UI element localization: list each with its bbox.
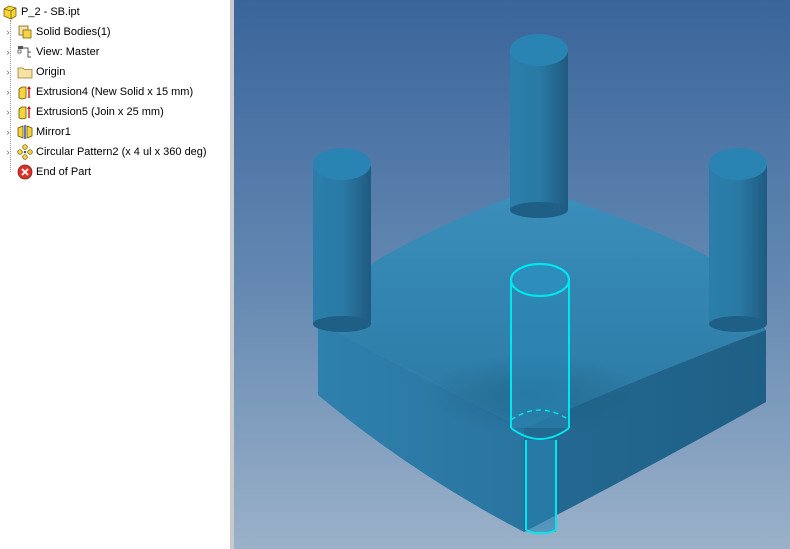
folder-icon	[17, 67, 33, 79]
mirror-icon	[17, 125, 33, 139]
model-browser[interactable]: P_2 - SB.ipt › Solid Bodies(1) › View: M…	[0, 0, 230, 549]
boss-right[interactable]	[709, 148, 767, 332]
expand-chevron-icon[interactable]: ›	[4, 107, 12, 117]
solid-bodies-icon	[18, 25, 32, 39]
browser-item-label: Mirror1	[36, 126, 71, 138]
expand-chevron-icon[interactable]: ›	[4, 27, 12, 37]
browser-item-end-of-part[interactable]: End of Part	[0, 162, 91, 182]
browser-item-label: End of Part	[36, 166, 92, 178]
extrusion-icon	[18, 106, 31, 120]
expand-chevron-icon[interactable]: ›	[4, 67, 12, 77]
browser-item-solid-bodies[interactable]: › Solid Bodies(1)	[0, 22, 111, 42]
extrusion-icon	[18, 86, 31, 100]
circular-pattern-icon	[17, 144, 33, 160]
browser-item-label: Extrusion4 (New Solid x 15 mm)	[36, 86, 194, 98]
expand-chevron-icon[interactable]: ›	[4, 87, 12, 97]
view-rep-icon	[17, 46, 31, 58]
browser-item-origin[interactable]: › Origin	[0, 62, 65, 82]
expand-chevron-icon[interactable]: ›	[4, 147, 12, 157]
end-of-part-icon	[17, 164, 33, 180]
browser-root-label: P_2 - SB.ipt	[21, 6, 80, 18]
browser-item-label: Solid Bodies(1)	[36, 26, 111, 38]
expand-chevron-icon[interactable]: ›	[4, 127, 12, 137]
browser-root-part[interactable]: P_2 - SB.ipt	[2, 2, 80, 22]
browser-item-circular-pattern2[interactable]: › Circular Pattern2 (x 4 ul x 360 deg)	[0, 142, 207, 162]
part-3d-model[interactable]	[234, 0, 790, 549]
browser-item-extrusion4[interactable]: › Extrusion4 (New Solid x 15 mm)	[0, 82, 193, 102]
browser-item-label: Origin	[36, 66, 66, 78]
browser-item-view-master[interactable]: › View: Master	[0, 42, 99, 62]
boss-left[interactable]	[313, 148, 371, 332]
graphics-viewport[interactable]	[234, 0, 790, 549]
expand-chevron-icon[interactable]: ›	[4, 47, 12, 57]
browser-item-extrusion5[interactable]: › Extrusion5 (Join x 25 mm)	[0, 102, 164, 122]
browser-item-mirror1[interactable]: › Mirror1	[0, 122, 71, 142]
browser-item-label: Circular Pattern2 (x 4 ul x 360 deg)	[36, 146, 207, 158]
browser-item-label: View: Master	[36, 46, 100, 58]
boss-back[interactable]	[510, 34, 568, 218]
part-cube-icon	[3, 5, 17, 20]
browser-item-label: Extrusion5 (Join x 25 mm)	[36, 106, 164, 118]
